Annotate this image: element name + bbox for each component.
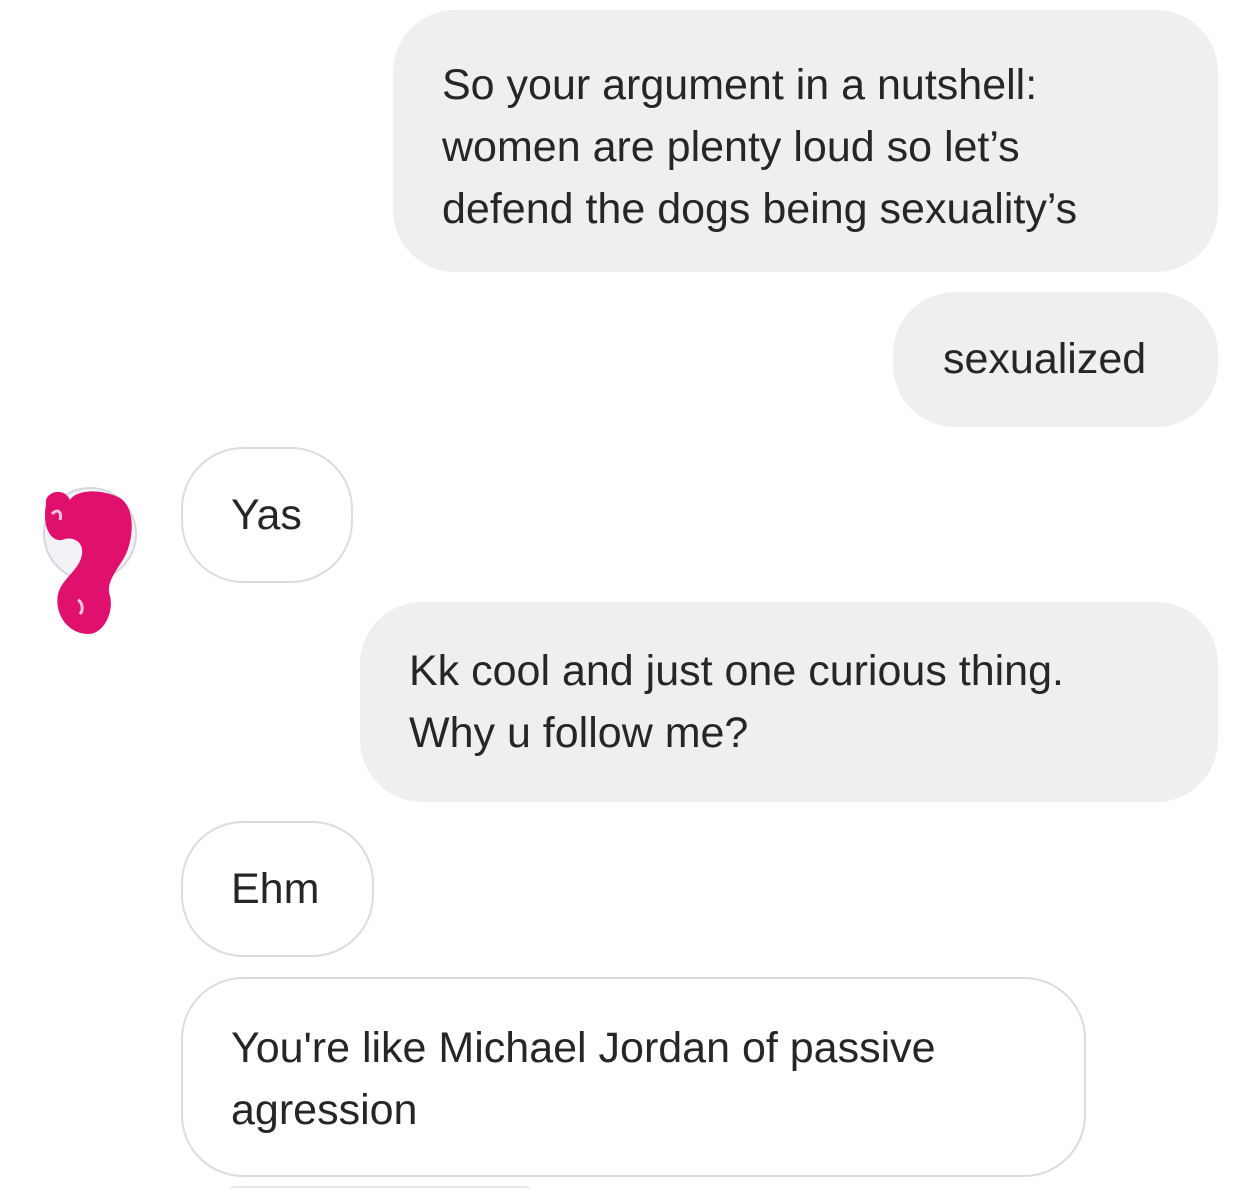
outgoing-message[interactable]: sexualized <box>893 292 1218 427</box>
incoming-message[interactable]: Yas <box>181 447 353 583</box>
outgoing-message[interactable]: So your argument in a nutshell: women ar… <box>393 10 1218 272</box>
message-thread: So your argument in a nutshell: women ar… <box>0 0 1242 1193</box>
avatar[interactable] <box>40 484 140 644</box>
next-message-edge <box>230 1186 530 1195</box>
incoming-message[interactable]: You're like Michael Jordan of passive ag… <box>181 977 1086 1177</box>
outgoing-message[interactable]: Kk cool and just one curious thing. Why … <box>360 602 1218 802</box>
incoming-message[interactable]: Ehm <box>181 821 374 957</box>
scribbled-avatar-icon <box>43 487 137 634</box>
